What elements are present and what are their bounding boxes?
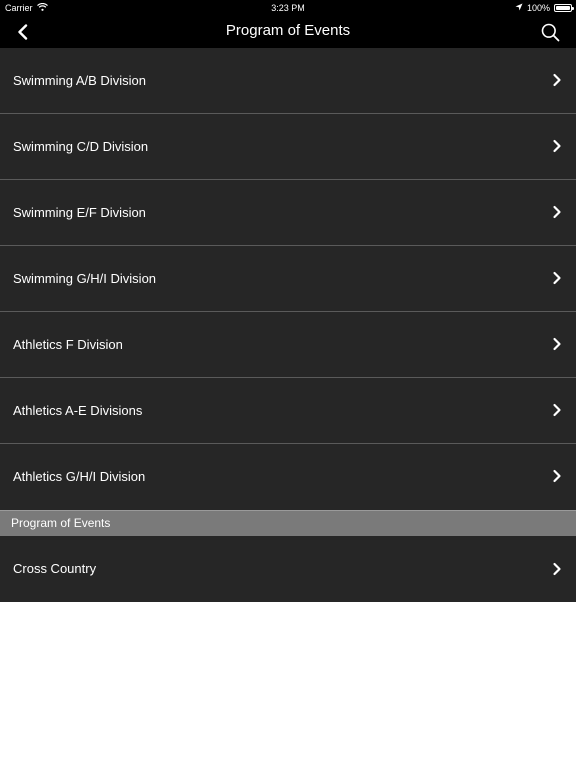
search-button[interactable] <box>538 20 562 44</box>
list-item-label: Swimming C/D Division <box>13 139 149 154</box>
location-arrow-icon <box>515 0 523 16</box>
search-icon <box>541 23 559 41</box>
chevron-right-icon <box>553 469 561 483</box>
section-header: Program of Events <box>0 510 576 536</box>
list-item-athletics-ghi[interactable]: Athletics G/H/I Division <box>0 444 576 510</box>
chevron-right-icon <box>553 205 561 219</box>
list-item-swimming-cd[interactable]: Swimming C/D Division <box>0 114 576 180</box>
page-title: Program of Events <box>225 22 351 39</box>
status-right: 100% <box>515 0 574 16</box>
list-item-label: Swimming A/B Division <box>13 73 146 88</box>
chevron-right-icon <box>553 562 561 576</box>
battery-percent: 100% <box>526 3 550 13</box>
list-item-athletics-ae[interactable]: Athletics A-E Divisions <box>0 378 576 444</box>
list-item-label: Athletics F Division <box>13 337 123 352</box>
events-list: Swimming A/B Division Swimming C/D Divis… <box>0 48 576 602</box>
list-item-label: Cross Country <box>13 561 97 576</box>
battery-icon <box>554 4 574 12</box>
list-item-athletics-f[interactable]: Athletics F Division <box>0 312 576 378</box>
chevron-right-icon <box>553 403 561 417</box>
chevron-right-icon <box>553 139 561 153</box>
battery-fill <box>556 6 570 10</box>
status-bar: Carrier 3:23 PM 100% <box>0 0 576 16</box>
list-item-label: Athletics G/H/I Division <box>13 469 146 484</box>
chevron-right-icon <box>553 337 561 351</box>
list-item-label: Athletics A-E Divisions <box>13 403 143 418</box>
list-item-cross-country[interactable]: Cross Country <box>0 536 576 602</box>
list-item-swimming-ghi[interactable]: Swimming G/H/I Division <box>0 246 576 312</box>
chevron-right-icon <box>553 73 561 87</box>
nav-bar: Program of Events <box>0 16 576 48</box>
chevron-right-icon <box>553 271 561 285</box>
screen: Carrier 3:23 PM 100% Program of Events S… <box>0 0 576 768</box>
list-item-label: Swimming G/H/I Division <box>13 271 157 286</box>
list-item-swimming-ef[interactable]: Swimming E/F Division <box>0 180 576 246</box>
list-item-swimming-ab[interactable]: Swimming A/B Division <box>0 48 576 114</box>
list-item-label: Swimming E/F Division <box>13 205 146 220</box>
status-time: 3:23 PM <box>271 3 305 13</box>
